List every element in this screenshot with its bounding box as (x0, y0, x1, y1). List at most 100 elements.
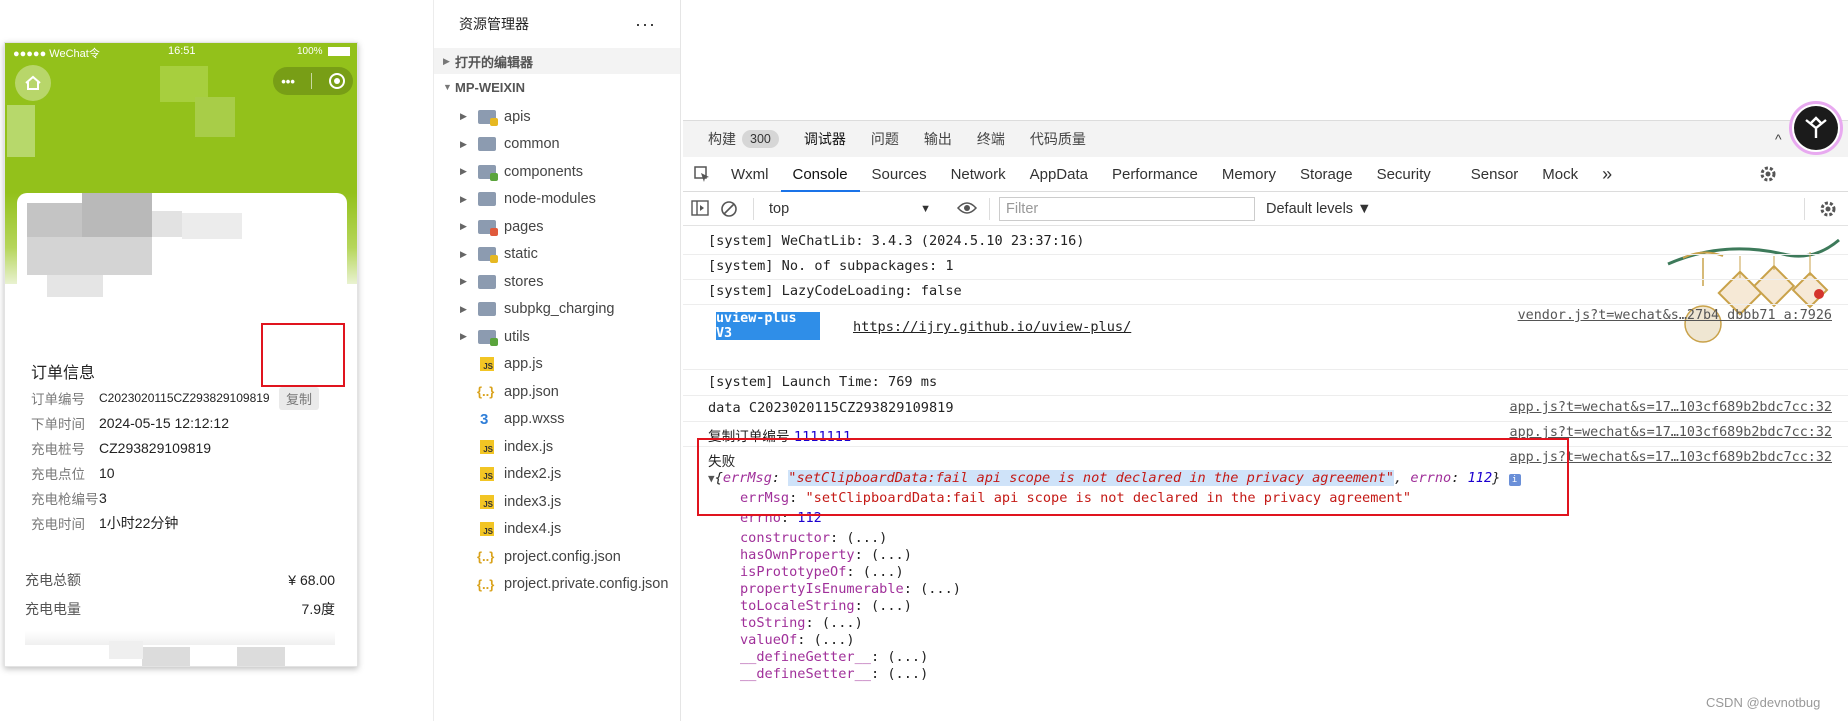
devtools-tab-wxml[interactable]: Wxml (719, 157, 781, 192)
json-file-icon: {..} (477, 549, 495, 565)
panel-tab-1[interactable]: 调试器 (804, 129, 846, 149)
folder-icon (478, 219, 498, 236)
tree-item-static[interactable]: ▶ static (434, 241, 680, 269)
battery-label: 100% (297, 46, 323, 57)
folder-icon (478, 137, 496, 152)
tree-item-app-js[interactable]: JS app.js (434, 351, 680, 379)
chevron-right-icon: ▶ (460, 303, 467, 314)
fee-value: 7.9度 (301, 600, 335, 617)
log-levels-select[interactable]: Default levels ▼ (1266, 197, 1371, 221)
order-info-row: 订单编号 C2023020115CZ293829109819 (31, 385, 270, 410)
tree-item-app-wxss[interactable]: 3 app.wxss (434, 406, 680, 434)
source-link[interactable]: vendor.js?t=wechat&s…27b4 dbbb71 a:7926 (1518, 308, 1832, 323)
order-info-key: 订单编号 (31, 391, 85, 407)
tree-item-index2-js[interactable]: JS index2.js (434, 461, 680, 489)
prototype-prop[interactable]: toLocaleString: (...) (740, 598, 912, 614)
devtools-tab-network[interactable]: Network (939, 157, 1018, 192)
phone-simulator: ●●●●● WeChat令 16:51 100% ••• 订单信息 复制 订单编… (4, 42, 358, 667)
devtools-tab-mock[interactable]: Mock (1530, 157, 1590, 192)
tree-item-project-config-json[interactable]: {..} project.config.json (434, 543, 680, 571)
prototype-prop[interactable]: valueOf: (...) (740, 632, 855, 648)
devtools-tab-console[interactable]: Console (780, 157, 860, 193)
tree-item-index-js[interactable]: JS index.js (434, 433, 680, 461)
panel-tab-5[interactable]: 代码质量 (1030, 129, 1086, 149)
context-select[interactable]: top ▼ (765, 197, 935, 221)
tree-item-label: index3.js (504, 493, 562, 510)
tree-item-stores[interactable]: ▶ stores (434, 268, 680, 296)
tree-item-components[interactable]: ▶ components (434, 158, 680, 186)
prototype-prop[interactable]: isPrototypeOf: (...) (740, 564, 904, 580)
folder-icon (478, 247, 498, 264)
console-output: [system] WeChatLib: 3.4.3 (2024.5.10 23:… (683, 226, 1848, 722)
inspect-icon[interactable] (683, 157, 719, 192)
tree-item-pages[interactable]: ▶ pages (434, 213, 680, 241)
clear-console-icon[interactable] (720, 200, 738, 222)
tree-item-label: static (504, 246, 538, 263)
explorer-more-icon[interactable]: ··· (635, 14, 656, 35)
folder-icon (478, 274, 496, 289)
settings-gear-icon[interactable] (1758, 164, 1778, 189)
copy-button[interactable]: 复制 (279, 387, 319, 410)
prototype-prop[interactable]: toString: (...) (740, 615, 863, 631)
eye-icon[interactable] (956, 200, 978, 220)
tree-item-node-modules[interactable]: ▶ node-modules (434, 186, 680, 214)
devtools-tab-sources[interactable]: Sources (860, 157, 939, 192)
order-info-value: 2024-05-15 12:12:12 (99, 414, 229, 431)
log-line: [system] No. of subpackages: 1 (708, 258, 954, 274)
prototype-prop[interactable]: __defineSetter__: (...) (740, 666, 928, 682)
order-info-key: 充电枪编号 (31, 491, 99, 507)
more-icon[interactable]: ••• (281, 74, 295, 89)
json-file-icon: {..} (477, 576, 495, 592)
filter-input[interactable]: Filter (999, 197, 1255, 221)
panel-tab-4[interactable]: 终端 (977, 129, 1005, 149)
panel-tab-3[interactable]: 输出 (924, 129, 952, 149)
prototype-prop[interactable]: hasOwnProperty: (...) (740, 547, 912, 563)
devtools-tab-sensor[interactable]: Sensor (1459, 157, 1531, 192)
prototype-prop[interactable]: __defineGetter__: (...) (740, 649, 928, 665)
open-editors-section[interactable]: ▶ 打开的编辑器 (434, 48, 680, 74)
source-link[interactable]: app.js?t=wechat&s=17…103cf689b2bdc7cc:32 (1510, 400, 1832, 415)
devtools-tab-security[interactable]: Security (1365, 157, 1443, 192)
close-mini-program-icon[interactable] (328, 73, 345, 89)
more-tabs-icon[interactable]: » (1590, 157, 1624, 192)
sidebar-toggle-icon[interactable] (691, 200, 709, 220)
order-info-row: 充电枪编号 3 (31, 485, 270, 510)
tree-item-apis[interactable]: ▶ apis (434, 103, 680, 131)
devtools-tab-memory[interactable]: Memory (1210, 157, 1288, 192)
tree-item-label: index4.js (504, 521, 562, 538)
devtools-tab-appdata[interactable]: AppData (1018, 157, 1100, 192)
tree-item-label: index.js (504, 438, 554, 455)
status-bar: ●●●●● WeChat令 16:51 100% (5, 43, 357, 61)
console-settings-icon[interactable] (1818, 199, 1838, 223)
tree-item-project-private-config-json[interactable]: {..} project.private.config.json (434, 571, 680, 599)
prototype-prop[interactable]: constructor: (...) (740, 530, 887, 546)
panel-tab-0[interactable]: 构建 300 (708, 129, 779, 149)
tree-item-app-json[interactable]: {..} app.json (434, 378, 680, 406)
order-info-row: 充电点位 10 (31, 460, 270, 485)
dropdown-arrow-icon: ▼ (920, 203, 931, 215)
folder-icon (478, 302, 496, 317)
tree-item-label: common (504, 136, 560, 153)
tree-item-index3-js[interactable]: JS index3.js (434, 488, 680, 516)
home-icon[interactable] (15, 65, 51, 101)
folder-icon (478, 329, 498, 346)
assistant-logo-icon[interactable] (1789, 101, 1843, 155)
prototype-prop[interactable]: propertyIsEnumerable: (...) (740, 581, 961, 597)
tree-item-common[interactable]: ▶ common (434, 131, 680, 159)
tree-item-label: pages (504, 218, 544, 235)
tree-item-label: app.wxss (504, 411, 565, 428)
fee-row: 充电电量 7.9度 (25, 594, 335, 623)
chevron-right-icon: ▶ (460, 138, 467, 149)
panel-tab-2[interactable]: 问题 (871, 129, 899, 149)
devtools-tab-performance[interactable]: Performance (1100, 157, 1210, 192)
folder-icon (478, 164, 498, 181)
tree-item-label: apis (504, 108, 531, 125)
chevron-right-icon: ▶ (460, 111, 467, 122)
uview-link[interactable]: https://ijry.github.io/uview-plus/ (853, 319, 1131, 335)
devtools-tab-storage[interactable]: Storage (1288, 157, 1365, 192)
tree-item-subpkg-charging[interactable]: ▶ subpkg_charging (434, 296, 680, 324)
project-section[interactable]: ▼ MP-WEIXIN (434, 74, 680, 100)
tree-item-utils[interactable]: ▶ utils (434, 323, 680, 351)
collapse-icon[interactable]: ^ (1775, 131, 1782, 147)
tree-item-index4-js[interactable]: JS index4.js (434, 516, 680, 544)
